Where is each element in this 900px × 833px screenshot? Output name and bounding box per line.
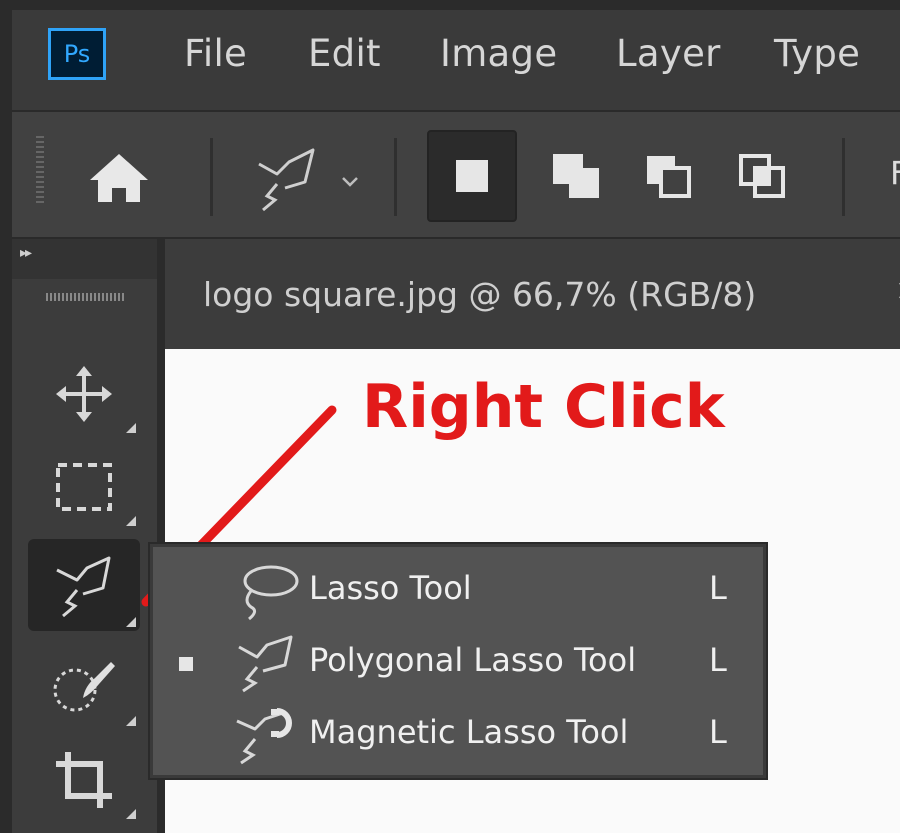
flyout-item-label: Polygonal Lasso Tool bbox=[309, 641, 637, 679]
tool-preset-picker[interactable] bbox=[237, 144, 372, 214]
rectangular-marquee-tool[interactable] bbox=[28, 444, 140, 530]
options-bar-grip[interactable] bbox=[36, 136, 44, 206]
tab-close-icon[interactable]: × bbox=[895, 273, 900, 308]
tool-group-indicator bbox=[126, 617, 136, 627]
flyout-item-magnetic-lasso-tool[interactable]: Magnetic Lasso Tool L bbox=[153, 699, 763, 769]
options-bar: F bbox=[12, 112, 900, 239]
tools-panel: ▸▸ bbox=[12, 239, 157, 833]
add-to-selection-icon bbox=[553, 154, 599, 198]
options-separator bbox=[394, 138, 397, 216]
menu-bar: Ps File Edit Image Layer Type bbox=[12, 10, 900, 112]
flyout-item-lasso-tool[interactable]: Lasso Tool L bbox=[153, 555, 763, 625]
options-separator bbox=[210, 138, 213, 216]
menu-file[interactable]: File bbox=[184, 32, 247, 76]
move-tool-icon bbox=[56, 366, 112, 422]
menu-type[interactable]: Type bbox=[774, 32, 860, 76]
flyout-item-shortcut: L bbox=[709, 641, 727, 679]
rectangular-marquee-icon bbox=[56, 463, 112, 511]
tool-group-indicator bbox=[126, 809, 136, 819]
flyout-item-label: Lasso Tool bbox=[309, 569, 472, 607]
tool-group-indicator bbox=[126, 716, 136, 726]
move-tool[interactable] bbox=[28, 351, 140, 437]
chevron-down-icon bbox=[342, 177, 358, 187]
expand-panel-icon[interactable]: ▸▸ bbox=[20, 245, 32, 261]
polygonal-lasso-icon bbox=[238, 635, 293, 693]
quick-selection-tool[interactable] bbox=[28, 644, 140, 730]
polygonal-lasso-tool[interactable] bbox=[28, 539, 140, 631]
flyout-item-shortcut: L bbox=[709, 713, 727, 751]
menu-layer[interactable]: Layer bbox=[616, 32, 721, 76]
magnetic-lasso-icon bbox=[236, 708, 292, 765]
polygonal-lasso-icon bbox=[56, 556, 111, 618]
document-tab-title: logo square.jpg @ 66,7% (RGB/8) bbox=[203, 275, 757, 314]
tool-group-indicator bbox=[126, 516, 136, 526]
intersect-selection-button[interactable] bbox=[718, 130, 808, 222]
right-click-annotation: Right Click bbox=[362, 372, 725, 442]
tools-panel-grip[interactable] bbox=[46, 293, 126, 301]
flyout-item-polygonal-lasso-tool[interactable]: Polygonal Lasso Tool L bbox=[153, 627, 763, 697]
tools-panel-header: ▸▸ bbox=[12, 239, 157, 279]
flyout-item-shortcut: L bbox=[709, 569, 727, 607]
menu-edit[interactable]: Edit bbox=[308, 32, 381, 76]
crop-tool-icon bbox=[56, 752, 112, 808]
home-button[interactable] bbox=[84, 150, 154, 206]
flyout-item-label: Magnetic Lasso Tool bbox=[309, 713, 629, 751]
options-separator bbox=[842, 138, 845, 216]
crop-tool[interactable] bbox=[28, 737, 140, 823]
intersect-selection-icon bbox=[739, 154, 785, 198]
tool-group-indicator bbox=[126, 423, 136, 433]
subtract-from-selection-button[interactable] bbox=[624, 130, 714, 222]
new-selection-button[interactable] bbox=[427, 130, 517, 222]
options-overflow-text: F bbox=[890, 154, 900, 192]
lasso-icon bbox=[243, 565, 299, 621]
menu-image[interactable]: Image bbox=[440, 32, 557, 76]
quick-selection-icon bbox=[53, 662, 115, 712]
photoshop-logo[interactable]: Ps bbox=[48, 28, 106, 80]
polygonal-lasso-icon bbox=[258, 148, 358, 212]
selected-tool-indicator bbox=[179, 657, 193, 671]
add-to-selection-button[interactable] bbox=[532, 130, 622, 222]
home-icon bbox=[90, 154, 148, 202]
lasso-tools-flyout: Lasso Tool L Polygonal Lasso Tool L Magn… bbox=[150, 544, 766, 778]
document-tab[interactable]: logo square.jpg @ 66,7% (RGB/8) × bbox=[165, 239, 900, 349]
subtract-from-selection-icon bbox=[647, 156, 691, 198]
new-selection-icon bbox=[456, 160, 488, 192]
